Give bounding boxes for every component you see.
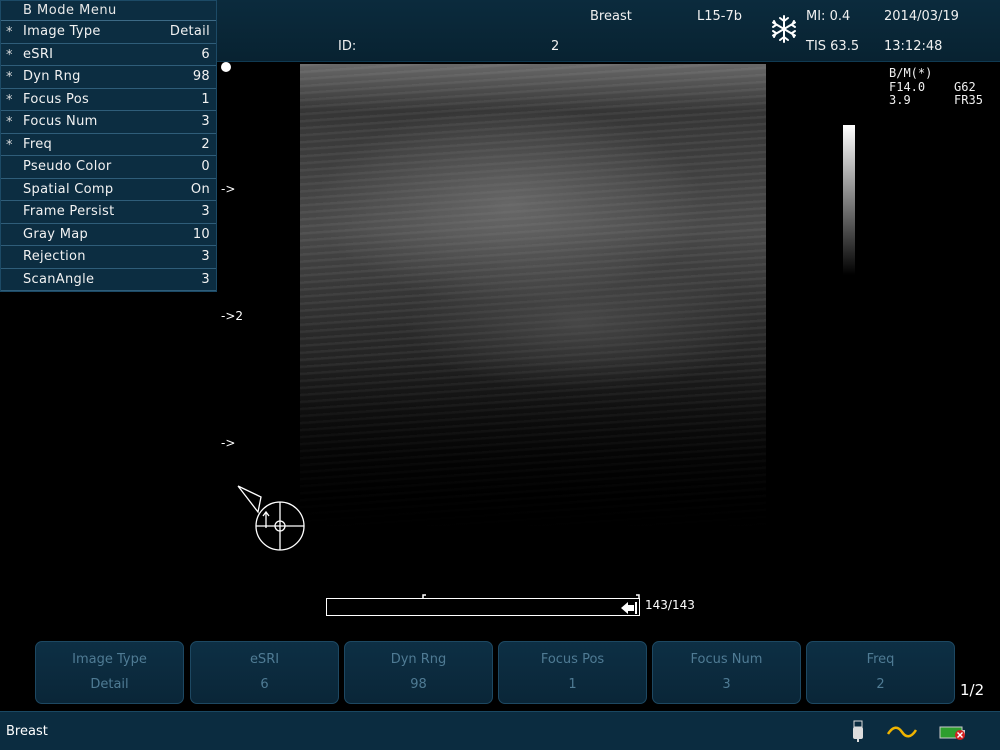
menu-item-freq[interactable]: * Freq 2 [1, 134, 216, 156]
date: 2014/03/19 [884, 9, 959, 24]
softkey-focus-pos[interactable]: Focus Pos 1 [498, 641, 647, 704]
menu-item-label: Pseudo Color [23, 159, 112, 174]
battery-icon [938, 725, 968, 745]
softkey-dyn-rng[interactable]: Dyn Rng 98 [344, 641, 493, 704]
softkey-focus-num[interactable]: Focus Num 3 [652, 641, 801, 704]
menu-item-label: Freq [23, 136, 53, 152]
image-depth-fade [300, 360, 766, 535]
trackball-icon [886, 724, 918, 743]
patient-id-label: ID: [338, 39, 357, 54]
menu-item-focus-pos[interactable]: * Focus Pos 1 [1, 89, 216, 111]
menu-item-value: 0 [201, 159, 210, 174]
menu-item-active-marker: * [6, 47, 13, 63]
menu-item-value: On [190, 181, 210, 197]
menu-item-gray-map[interactable]: Gray Map 10 [1, 224, 216, 246]
menu-item-label: Rejection [23, 249, 86, 264]
softkey-image-type[interactable]: Image Type Detail [35, 641, 184, 704]
patient-id-value: 2 [551, 39, 560, 54]
softkey-label: Focus Num [690, 652, 763, 667]
menu-item-esri[interactable]: * eSRI 6 [1, 44, 216, 66]
softkey-value: 6 [260, 677, 269, 692]
menu-item-value: Detail [169, 24, 210, 39]
menu-item-active-marker: * [6, 115, 13, 130]
softkey-label: Freq [866, 652, 895, 667]
menu-item-value: 3 [201, 114, 210, 129]
gray-scale-bar [843, 125, 855, 275]
mi-index: MI: 0.4 [806, 9, 851, 24]
menu-item-frame-persist[interactable]: Frame Persist 3 [1, 201, 216, 224]
time: 13:12:48 [884, 39, 943, 54]
param-freq-gain: F14.0 G62 [889, 79, 976, 94]
softkey-value: Detail [90, 677, 129, 692]
cine-position-arrow-icon[interactable] [621, 600, 637, 619]
menu-item-label: Image Type [23, 24, 101, 39]
softkey-esri[interactable]: eSRI 6 [190, 641, 339, 704]
menu-title: B Mode Menu [1, 1, 216, 21]
usb-icon [851, 720, 865, 746]
exam-type: Breast [590, 9, 632, 24]
menu-item-active-marker: * [6, 25, 13, 40]
focus-marker-3: -> [221, 436, 236, 450]
softkey-label: eSRI [249, 652, 280, 667]
menu-item-value: 2 [201, 136, 210, 152]
menu-item-label: Spatial Comp [23, 181, 114, 197]
menu-item-value: 98 [192, 69, 210, 84]
menu-item-label: eSRI [23, 46, 54, 62]
softkey-label: Focus Pos [540, 652, 605, 667]
menu-item-spatial-comp[interactable]: Spatial Comp On [1, 179, 216, 201]
menu-item-value: 6 [201, 46, 210, 62]
focus-marker-1: -> [221, 182, 236, 196]
menu-item-label: Frame Persist [23, 204, 115, 219]
menu-item-label: ScanAngle [23, 271, 95, 287]
menu-item-value: 3 [201, 249, 210, 264]
menu-item-active-marker: * [6, 70, 13, 85]
b-mode-menu: B Mode Menu * Image Type Detail * eSRI 6 * Dyn … [0, 0, 217, 292]
focus-marker-2: ->2 [221, 309, 244, 323]
menu-item-label: Dyn Rng [23, 69, 81, 84]
menu-item-label: Gray Map [23, 226, 89, 242]
softkey-value: 3 [722, 677, 731, 692]
status-bar: Breast [0, 711, 1000, 750]
param-mode: B/M(*) [889, 66, 933, 80]
softkey-freq[interactable]: Freq 2 [806, 641, 955, 704]
menu-item-image-type[interactable]: * Image Type Detail [1, 21, 216, 44]
menu-item-dyn-rng[interactable]: * Dyn Rng 98 [1, 66, 216, 89]
menu-item-focus-num[interactable]: * Focus Num 3 [1, 111, 216, 134]
menu-item-pseudo-color[interactable]: Pseudo Color 0 [1, 156, 216, 179]
softkey-value: 98 [410, 677, 427, 692]
menu-item-label: Focus Num [23, 114, 98, 129]
menu-item-rejection[interactable]: Rejection 3 [1, 246, 216, 269]
softkey-page-indicator[interactable]: 1/2 [960, 681, 984, 699]
menu-item-value: 10 [192, 226, 210, 242]
probe-name: L15-7b [697, 9, 742, 24]
softkey-label: Image Type [72, 652, 147, 667]
menu-item-active-marker: * [6, 92, 13, 108]
menu-item-label: Focus Pos [23, 91, 90, 107]
softkey-label: Dyn Rng [390, 652, 447, 667]
cine-range-bracket [421, 588, 641, 602]
status-exam-type: Breast [6, 724, 48, 739]
menu-item-value: 1 [201, 91, 210, 107]
menu-item-scanangle[interactable]: ScanAngle 3 [1, 269, 216, 291]
menu-item-value: 3 [201, 204, 210, 219]
softkey-value: 1 [568, 677, 577, 692]
param-depth-framerate: 3.9 FR35 [889, 93, 983, 107]
cine-loop-bar[interactable] [326, 598, 640, 616]
snowflake-icon [770, 14, 798, 44]
softkey-value: 2 [876, 677, 885, 692]
imaging-parameters: B/M(*) F14.0 G62 3.9 FR35 [889, 66, 983, 108]
cine-frame-counter: 143/143 [645, 598, 695, 612]
menu-item-value: 3 [201, 271, 210, 287]
tis-index: TIS 63.5 [806, 39, 860, 54]
breast-bodymark-icon [236, 484, 311, 554]
orientation-marker [221, 62, 231, 72]
menu-item-active-marker: * [6, 137, 13, 153]
